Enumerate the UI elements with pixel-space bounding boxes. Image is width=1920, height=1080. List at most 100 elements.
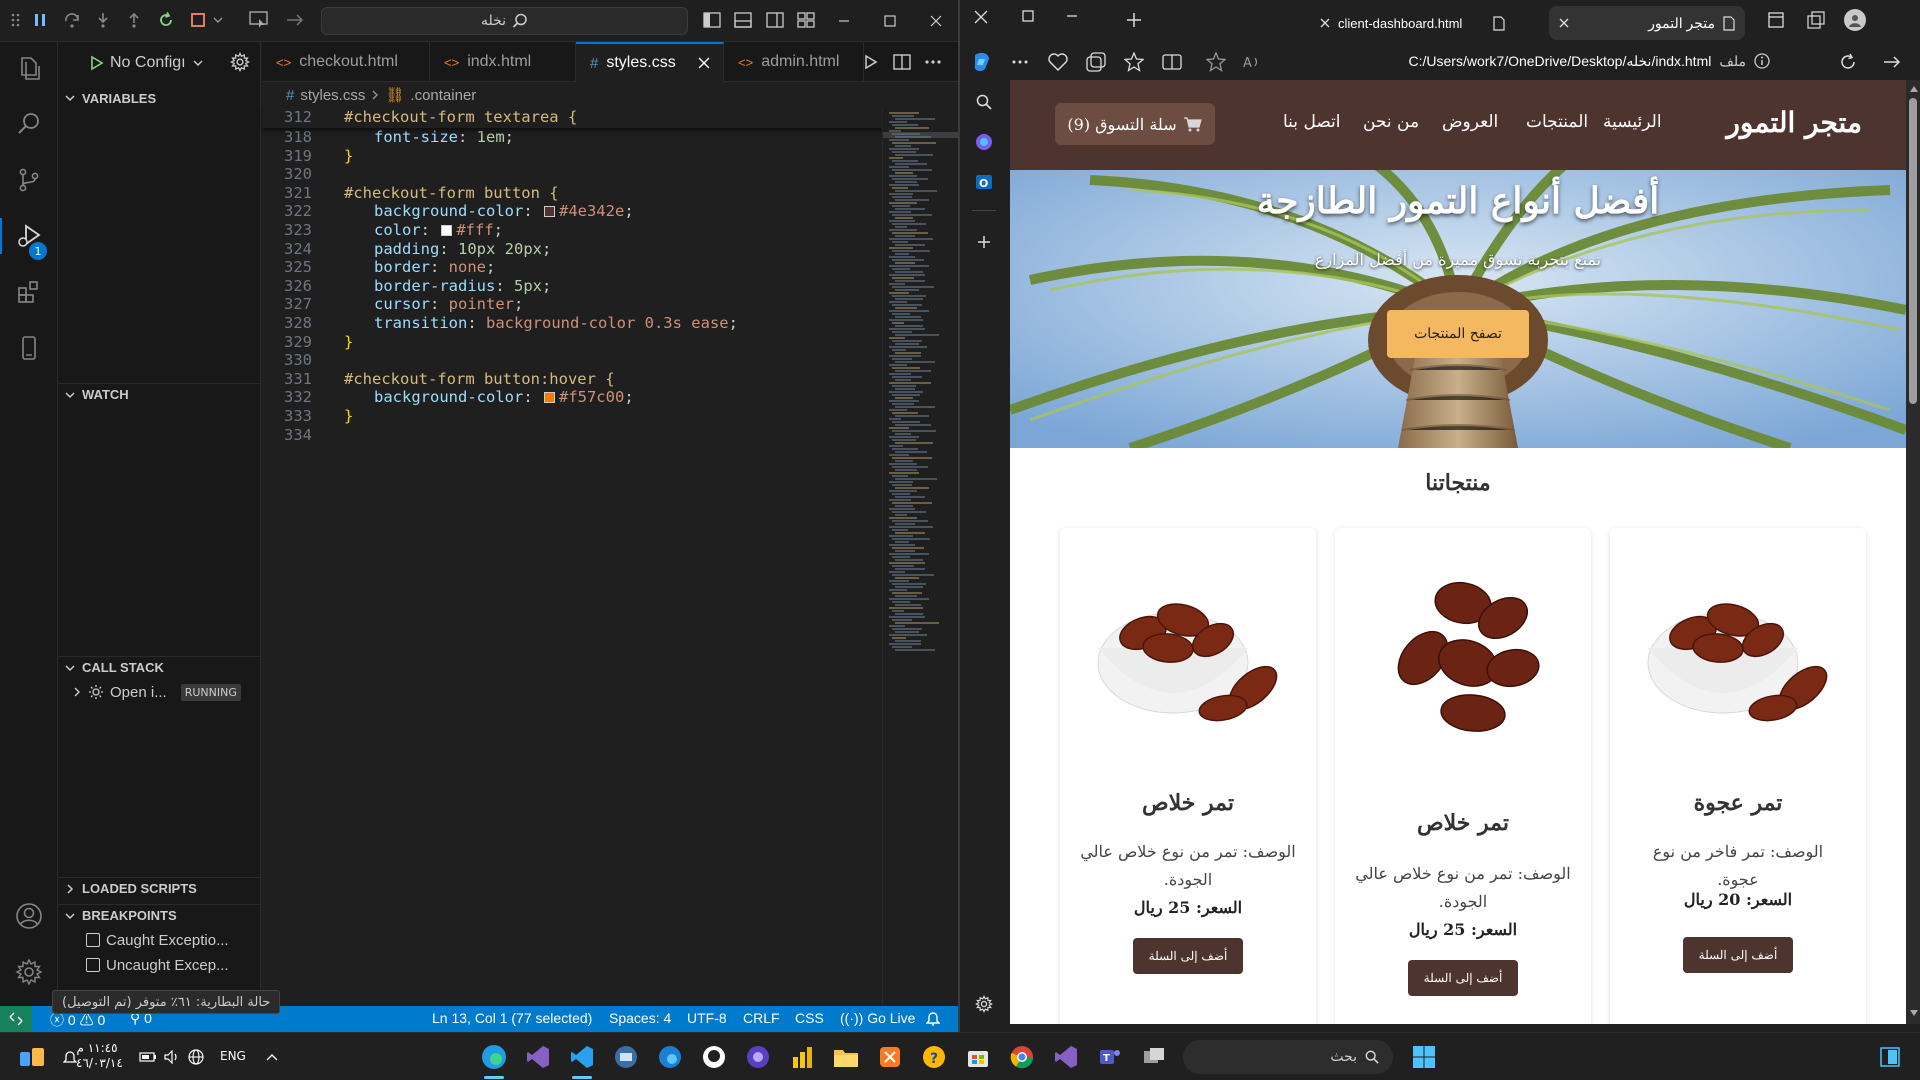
nav-home[interactable]: الرئيسية xyxy=(1603,112,1662,132)
more-actions-icon[interactable] xyxy=(924,55,942,69)
section-watch[interactable]: WATCH xyxy=(58,383,261,405)
toggle-panel-icon[interactable] xyxy=(731,8,755,32)
power-bi-icon[interactable] xyxy=(788,1043,816,1071)
add-to-cart-button[interactable]: أضف إلى السلة xyxy=(1408,960,1518,996)
chrome-icon[interactable] xyxy=(1008,1043,1036,1071)
run-file-icon[interactable] xyxy=(863,54,879,70)
vscode-app-icon[interactable] xyxy=(568,1043,596,1071)
close-window-icon[interactable] xyxy=(974,10,988,24)
file-explorer-icon[interactable] xyxy=(832,1043,860,1071)
add-to-cart-button[interactable]: أضف إلى السلة xyxy=(1133,938,1243,974)
add-to-cart-button[interactable]: أضف إلى السلة xyxy=(1683,937,1793,973)
show-desktop-icon[interactable] xyxy=(1876,1043,1904,1071)
network-globe-icon[interactable] xyxy=(182,1043,210,1071)
read-aloud-icon[interactable]: A xyxy=(1240,50,1264,74)
browser-essentials-icon[interactable] xyxy=(1046,50,1070,74)
chevron-down-icon[interactable] xyxy=(206,8,230,32)
edge-app-icon[interactable] xyxy=(480,1043,508,1071)
more-icon[interactable] xyxy=(1008,50,1032,74)
drag-handle-icon[interactable] xyxy=(4,8,28,32)
site-logo[interactable]: متجر التمور xyxy=(1726,106,1862,139)
step-into-icon[interactable] xyxy=(91,8,115,32)
toggle-primary-sidebar-icon[interactable] xyxy=(700,8,724,32)
customize-layout-icon[interactable] xyxy=(794,8,818,32)
language-indicator[interactable]: ENG xyxy=(220,1049,246,1063)
section-call-stack[interactable]: CALL STACK xyxy=(58,656,261,678)
minimize-icon[interactable] xyxy=(830,8,858,34)
visual-studio-icon[interactable] xyxy=(524,1043,552,1071)
browse-products-button[interactable]: تصفح المنتجات xyxy=(1387,310,1529,358)
breadcrumb-file[interactable]: styles.css xyxy=(300,87,365,104)
language-mode[interactable]: CSS xyxy=(795,1010,824,1026)
step-over-icon[interactable] xyxy=(60,8,84,32)
copilot-sidebar-icon[interactable] xyxy=(972,130,996,154)
run-play-icon[interactable] xyxy=(88,55,104,71)
extensions-icon[interactable] xyxy=(11,274,47,310)
remote-device-icon[interactable] xyxy=(11,330,47,366)
widgets-icon[interactable] xyxy=(18,1043,46,1071)
search-icon[interactable] xyxy=(11,106,47,142)
line-ending[interactable]: CRLF xyxy=(743,1010,780,1026)
breadcrumb-symbol[interactable]: .container xyxy=(410,87,476,104)
call-stack-item[interactable]: Open i... RUNNING xyxy=(72,680,258,704)
scroll-up-icon[interactable] xyxy=(1910,86,1918,92)
tab-styles[interactable]: # styles.css xyxy=(576,42,724,82)
notifications-bell-icon[interactable] xyxy=(56,1043,84,1071)
code-editor[interactable]: 312 #checkout-form textarea {318 font-size… xyxy=(262,108,882,568)
info-icon[interactable] xyxy=(1754,53,1770,69)
teams-icon[interactable]: T xyxy=(1096,1043,1124,1071)
nav-offers[interactable]: العروض xyxy=(1442,112,1498,132)
nav-about[interactable]: من نحن xyxy=(1363,112,1419,132)
edge-dev-icon[interactable] xyxy=(656,1043,684,1071)
maximize-icon[interactable] xyxy=(1022,10,1034,22)
nav-products[interactable]: المنتجات xyxy=(1526,112,1588,132)
breadcrumb[interactable]: # styles.css ⛓ .container xyxy=(262,84,958,106)
color-swatch[interactable] xyxy=(441,225,453,236)
section-breakpoints[interactable]: BREAKPOINTS xyxy=(58,904,261,926)
minimap-slider[interactable] xyxy=(883,132,959,138)
minimap[interactable] xyxy=(882,108,959,1006)
minimize-icon[interactable] xyxy=(1066,10,1078,22)
workspaces-icon[interactable] xyxy=(1807,11,1825,29)
github-icon[interactable] xyxy=(700,1043,728,1071)
cart-button[interactable]: سلة التسوق (9) xyxy=(1055,103,1215,145)
command-center[interactable]: نخله xyxy=(321,7,688,35)
indentation[interactable]: Spaces: 4 xyxy=(609,1010,671,1026)
outlook-icon[interactable]: O xyxy=(972,170,996,194)
task-view-icon[interactable] xyxy=(1140,1043,1168,1071)
notifications-bell-icon[interactable] xyxy=(926,1010,940,1026)
xampp-icon[interactable] xyxy=(876,1043,904,1071)
taskbar-search[interactable]: بحث xyxy=(1183,1040,1393,1074)
new-tab-icon[interactable] xyxy=(1126,12,1142,28)
microsoft-store-icon[interactable] xyxy=(964,1043,992,1071)
breakpoint-item[interactable]: Uncaught Excep... xyxy=(86,953,261,977)
restart-icon[interactable] xyxy=(154,8,178,32)
add-favorite-star-icon[interactable] xyxy=(1204,50,1228,74)
sticky-scroll-header[interactable]: 312 #checkout-form textarea { xyxy=(262,108,882,128)
toggle-secondary-sidebar-icon[interactable] xyxy=(763,8,787,32)
visual-studio-2-icon[interactable] xyxy=(1052,1043,1080,1071)
close-tab-icon[interactable] xyxy=(698,57,710,69)
page-scrollbar[interactable] xyxy=(1906,80,1920,1024)
settings-gear-icon[interactable] xyxy=(972,992,996,1016)
address-bar[interactable]: C:/Users/work7/OneDrive/Desktop/نخله/ind… xyxy=(1300,47,1770,75)
app-orb-icon[interactable] xyxy=(744,1043,772,1071)
account-icon[interactable] xyxy=(11,898,47,934)
color-swatch[interactable] xyxy=(543,206,555,218)
address-url[interactable]: C:/Users/work7/OneDrive/Desktop/نخله/ind… xyxy=(1409,53,1712,70)
favorites-icon[interactable] xyxy=(1122,50,1146,74)
help-icon[interactable]: ? xyxy=(920,1043,948,1071)
copilot-icon[interactable] xyxy=(970,50,994,74)
tab-indx[interactable]: <> indx.html xyxy=(430,42,576,82)
go-live-button[interactable]: ((·)) Go Live xyxy=(840,1010,915,1026)
checkbox[interactable] xyxy=(86,933,100,947)
source-control-icon[interactable] xyxy=(11,162,47,198)
tab-date-store[interactable]: متجر التمور xyxy=(1549,6,1745,40)
close-icon[interactable] xyxy=(922,8,950,34)
refresh-icon[interactable] xyxy=(1836,50,1860,74)
tab-client-dashboard[interactable]: client-dashboard.html xyxy=(1310,6,1515,40)
tab-actions-icon[interactable] xyxy=(1768,12,1784,28)
cursor-position[interactable]: Ln 13, Col 1 (77 selected) xyxy=(432,1010,592,1026)
debug-settings-gear-icon[interactable] xyxy=(230,52,250,72)
forward-arrow-icon[interactable] xyxy=(1880,50,1904,74)
